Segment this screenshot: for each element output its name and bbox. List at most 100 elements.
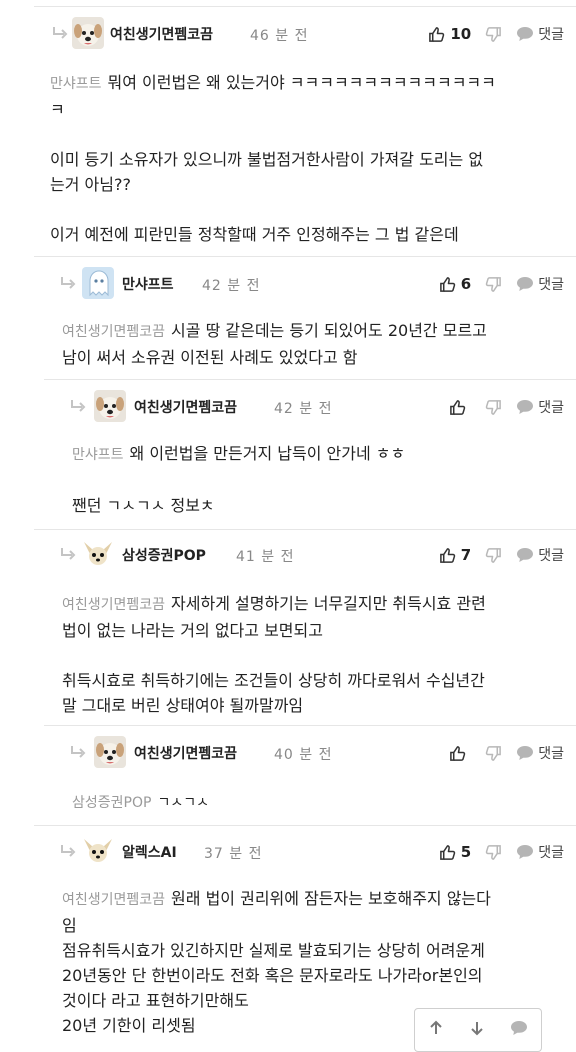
comment-line: 20년동안 단 한번이라도 전화 혹은 문자로라도 나가라or본인의	[62, 966, 483, 985]
comment-actions: 댓글	[449, 742, 564, 764]
avatar[interactable]	[82, 538, 114, 570]
avatar[interactable]	[94, 390, 126, 422]
comment-line: 말 그대로 버린 상태여야 될까말까임	[62, 696, 304, 715]
comment-icon	[516, 26, 534, 42]
upvote-button[interactable]: 7	[439, 546, 471, 564]
reply-button[interactable]: 댓글	[516, 743, 564, 763]
upvote-button[interactable]: 10	[428, 25, 471, 43]
comment-divider	[34, 825, 576, 826]
comment-icon[interactable]	[510, 1020, 528, 1040]
comment-line: 남이 써서 소유권 이전된 사례도 있었다고 함	[62, 348, 358, 367]
comment-time: 41 분 전	[236, 549, 295, 565]
author-nickname[interactable]: 여친생기면펨코끔	[110, 24, 213, 44]
comment-text: 원래 법이 권리위에 잠든자는 보호해주지 않는다	[171, 889, 491, 908]
upvote-button[interactable]: 5	[439, 843, 471, 861]
reply-button[interactable]: 댓글	[516, 842, 564, 862]
comment-header: 만샤프트 42 분 전 6 댓글	[44, 264, 576, 304]
downvote-button[interactable]	[485, 844, 502, 861]
comment-time: 46 분 전	[250, 28, 309, 44]
comment-line: 법이 없는 나라는 거의 없다고 보면되고	[62, 621, 323, 640]
comment-text: 자세하게 설명하기는 너무길지만 취득시효 관련	[171, 594, 486, 613]
comment-line: 는거 아님??	[50, 175, 131, 194]
comment-time: 40 분 전	[274, 747, 333, 763]
comment-text: 왜 이런법을 만든거지 납득이 안가네 ㅎㅎ	[129, 444, 406, 463]
comment-text: 시골 땅 같은데는 등기 되있어도 20년간 모르고	[171, 321, 487, 340]
comment-body: 여친생기면펨코끔 시골 땅 같은데는 등기 되있어도 20년간 모르고 남이 써서…	[62, 318, 558, 370]
comment-line: 임	[62, 916, 77, 935]
comment-body: 만샤프트 왜 이런법을 만든거지 납득이 안가네 ㅎㅎ 짼던 ㄱㅅㄱㅅ 정보ㅊ	[72, 441, 558, 518]
comment-actions: 6 댓글	[439, 273, 564, 295]
thumbs-up-icon	[428, 26, 445, 43]
avatar[interactable]	[82, 835, 114, 867]
thumbs-down-icon	[485, 399, 502, 416]
thumbs-down-icon	[485, 745, 502, 762]
author-nickname[interactable]: 만샤프트	[122, 274, 174, 294]
comment-actions: 댓글	[449, 396, 564, 418]
reply-label: 댓글	[538, 845, 564, 861]
author-nickname[interactable]: 삼성증권POP	[122, 545, 206, 565]
reply-label: 댓글	[538, 746, 564, 762]
reply-arrow-icon	[60, 547, 76, 561]
thumbs-down-icon	[485, 26, 502, 43]
downvote-button[interactable]	[485, 276, 502, 293]
thumbs-down-icon	[485, 844, 502, 861]
comment-actions: 7 댓글	[439, 544, 564, 566]
mention-tag[interactable]: 여친생기면펨코끔	[62, 324, 165, 340]
avatar[interactable]	[72, 17, 104, 49]
arrow-up-icon[interactable]	[428, 1020, 444, 1040]
reply-button[interactable]: 댓글	[516, 274, 564, 294]
author-nickname[interactable]: 여친생기면펨코끔	[134, 743, 237, 763]
downvote-button[interactable]	[485, 26, 502, 43]
avatar[interactable]	[82, 267, 114, 299]
comment-time: 42 분 전	[202, 278, 261, 294]
comment-body: 만샤프트 뭐여 이런법은 왜 있는거야 ㅋㅋㅋㅋㅋㅋㅋㅋㅋㅋㅋㅋㅋㅋ ㅋ 이미 등…	[50, 70, 558, 247]
avatar[interactable]	[94, 736, 126, 768]
reply-button[interactable]: 댓글	[516, 545, 564, 565]
comment-time: 37 분 전	[204, 846, 263, 862]
mention-tag[interactable]: 삼성증권POP	[72, 795, 151, 811]
upvote-count: 5	[460, 843, 472, 861]
reply-button[interactable]: 댓글	[516, 397, 564, 417]
comment-divider	[34, 256, 576, 257]
downvote-button[interactable]	[485, 399, 502, 416]
comment-item: 여친생기면펨코끔 40 분 전 댓글 삼성증권POP ㄱㅅㄱㅅ	[54, 733, 576, 818]
comment-line: 이거 예전에 피란민들 정착할때 거주 인정해주는 그 법 같은데	[50, 225, 459, 244]
floating-nav-bar	[414, 1008, 542, 1052]
comment-item: 만샤프트 42 분 전 6 댓글 여친생기면펨코끔 시골 땅 같은데는 등기 되있…	[44, 264, 576, 374]
mention-tag[interactable]: 만샤프트	[72, 447, 124, 463]
comment-actions: 5 댓글	[439, 841, 564, 863]
comment-time: 42 분 전	[274, 401, 333, 417]
upvote-button[interactable]	[449, 399, 471, 416]
downvote-button[interactable]	[485, 745, 502, 762]
comment-line: 짼던 ㄱㅅㄱㅅ 정보ㅊ	[72, 496, 215, 515]
comment-divider	[44, 379, 576, 380]
reply-button[interactable]: 댓글	[516, 24, 564, 44]
thumbs-down-icon	[485, 276, 502, 293]
downvote-button[interactable]	[485, 547, 502, 564]
upvote-button[interactable]	[449, 745, 471, 762]
author-nickname[interactable]: 알렉스AI	[122, 842, 177, 862]
comment-icon	[516, 547, 534, 563]
comment-header: 여친생기면펨코끔 40 분 전 댓글	[54, 733, 576, 773]
upvote-button[interactable]: 6	[439, 275, 471, 293]
comment-divider	[44, 725, 576, 726]
comment-divider	[34, 529, 576, 530]
comment-line: ㅋ	[50, 100, 65, 119]
comment-item: 여친생기면펨코끔 42 분 전 댓글 만샤프트 왜 이런법을 만든거지 납득이 안…	[54, 387, 576, 522]
mention-tag[interactable]: 여친생기면펨코끔	[62, 892, 165, 908]
comment-header: 여친생기면펨코끔 46 분 전 10 댓글	[34, 14, 576, 54]
comment-text: ㄱㅅㄱㅅ	[157, 795, 209, 811]
comment-icon	[516, 399, 534, 415]
arrow-down-icon[interactable]	[469, 1020, 485, 1040]
comment-icon	[516, 276, 534, 292]
comment-header: 여친생기면펨코끔 42 분 전 댓글	[54, 387, 576, 427]
reply-arrow-icon	[60, 844, 76, 858]
mention-tag[interactable]: 만샤프트	[50, 76, 102, 92]
mention-tag[interactable]: 여친생기면펨코끔	[62, 597, 165, 613]
comment-icon	[516, 844, 534, 860]
comment-line: 점유취득시효가 있긴하지만 실제로 발효되기는 상당히 어려운게	[62, 941, 485, 960]
author-nickname[interactable]: 여친생기면펨코끔	[134, 397, 237, 417]
reply-label: 댓글	[538, 27, 564, 43]
upvote-count: 7	[460, 546, 472, 564]
comment-body: 여친생기면펨코끔 자세하게 설명하기는 너무길지만 취득시효 관련 법이 없는 나…	[62, 591, 558, 718]
